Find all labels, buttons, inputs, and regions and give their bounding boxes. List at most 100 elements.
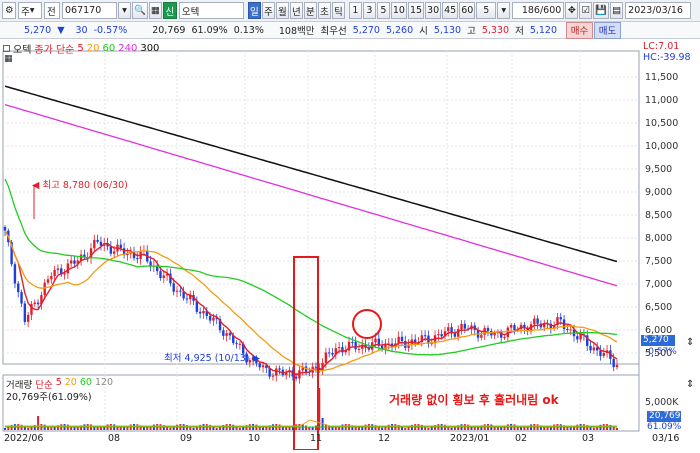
candle-body [159, 271, 162, 279]
turnover: 0.13% [233, 24, 264, 36]
y-tick-label: 11,500 [645, 72, 679, 83]
legend-ma-title: 종가 단순 [34, 45, 75, 56]
volume-bar [50, 427, 53, 430]
min-price-annotation: 최저 4,925 (10/13) ▶ [164, 350, 260, 364]
volume-bar [427, 427, 430, 430]
candle-body [36, 302, 40, 305]
x-axis-label: 12 [378, 433, 391, 444]
volume-scroll-icon[interactable]: ⇕ [686, 379, 694, 390]
candle-body [592, 347, 596, 351]
minute-button[interactable]: 3 [362, 2, 376, 19]
candle-body [119, 244, 122, 249]
period-second-button[interactable]: 초 [317, 2, 331, 19]
minute-button[interactable]: 1 [348, 2, 362, 19]
current-price: 5,270 [24, 24, 52, 36]
y-tick-label: 9,000 [645, 187, 673, 198]
code-dropdown-icon[interactable]: ▾ [118, 2, 131, 19]
candle-body [23, 303, 27, 322]
period-year-button[interactable]: 년 [289, 2, 303, 19]
candle-body [271, 375, 275, 377]
volume-bar [305, 425, 308, 430]
candle-body [46, 279, 50, 283]
candle-body [162, 275, 165, 279]
y-tick-label: 7,000 [645, 279, 673, 290]
minute-button[interactable]: 60 [459, 2, 476, 19]
period-month-button[interactable]: 월 [275, 2, 289, 19]
period-week-button[interactable]: 주 [261, 2, 275, 19]
minute-button[interactable]: 5 [376, 2, 390, 19]
grid-toggle-icon[interactable]: ▦ [4, 54, 13, 64]
volume-pct-tag: 61.09% [647, 422, 682, 432]
candle-body [457, 329, 460, 337]
candle-body [404, 341, 407, 348]
candle-body [13, 264, 17, 284]
lc-value: LC:7.01 [643, 41, 680, 52]
volume-bar [569, 427, 572, 430]
minute-dropdown-icon[interactable]: ▾ [497, 2, 511, 19]
search-icon[interactable]: 🔍 [132, 2, 148, 19]
candle-body [327, 352, 331, 354]
y-tick-label: 10,000 [645, 141, 679, 152]
open-price: 5,130 [433, 24, 462, 36]
high-price: 5,330 [481, 24, 510, 36]
right-arrow-icon: ▶ [252, 353, 260, 364]
candle-body [198, 311, 202, 314]
checkbox-icon[interactable]: ☑ [579, 2, 593, 19]
volume-bar [523, 427, 526, 430]
highlight-circle [352, 309, 382, 339]
buy-button[interactable]: 매수 [566, 21, 594, 39]
grid-icon[interactable]: ▦ [148, 2, 162, 19]
minute-button[interactable]: 30 [425, 2, 442, 19]
period-minute-button[interactable]: 분 [303, 2, 317, 19]
volume: 20,769 [152, 24, 186, 36]
chart-area[interactable]: 오텍 종가 단순 5 20 60 240 300 ▦ LC:7.01 HC:-3… [0, 39, 700, 451]
candle-body [414, 339, 417, 343]
candle-body [20, 292, 23, 304]
legend-ma20: 20 [86, 43, 100, 54]
stock-code-input[interactable]: 067170 [62, 2, 117, 19]
candle-body [179, 290, 182, 292]
high-label: 고 [467, 26, 476, 37]
volume-bar [262, 427, 265, 430]
candle-body [73, 260, 76, 264]
volume-ma-line [5, 419, 617, 427]
minute-buttons: 1 3 5 10 15 30 45 60 5 ▾ [348, 2, 511, 19]
ma240-line [4, 103, 618, 287]
volume-bar [285, 427, 288, 430]
calendar-icon[interactable]: ▤ [610, 2, 624, 19]
candle-body [175, 290, 179, 292]
save-icon[interactable]: 💾 [593, 2, 610, 19]
volume-bar [616, 427, 618, 430]
max-price-annotation: ◀ 최고 8,780 (06/30) [32, 177, 128, 191]
legend-ma5: 5 [77, 43, 84, 54]
volume-bar [215, 427, 218, 430]
minute-button[interactable]: 15 [407, 2, 425, 19]
candle-body [324, 352, 328, 363]
settings-icon[interactable]: ⚙ [2, 2, 16, 19]
minute-button[interactable]: 10 [390, 2, 407, 19]
candle-body [566, 329, 569, 331]
y-tick-label: 9,500 [645, 164, 673, 175]
down-arrow-icon: ▼ [57, 24, 65, 36]
minute-custom-select[interactable]: 5 [476, 2, 497, 19]
change-percent: -0.57% [93, 24, 128, 36]
scroll-up-icon[interactable]: ⇕ [686, 337, 694, 348]
sell-button[interactable]: 매도 [594, 21, 622, 39]
candle-body [172, 283, 175, 292]
arrows-icon[interactable]: ✥ [565, 2, 579, 19]
period-day-button[interactable]: 일 [247, 2, 261, 19]
volume-bar [308, 427, 311, 430]
candle-body [615, 364, 619, 368]
volume-bar [404, 427, 407, 430]
period-select[interactable]: 전 [44, 2, 60, 19]
period-tick-button[interactable]: 틱 [331, 2, 345, 19]
volume-bar [592, 427, 595, 430]
count-field[interactable]: 186/600 [512, 2, 565, 19]
type-select[interactable]: 주 ▾ [18, 2, 42, 19]
date-field[interactable]: 2023/03/16 [625, 2, 692, 19]
candle-body [278, 368, 281, 370]
candle-body [480, 334, 483, 338]
stock-name-field[interactable]: 오텍 [178, 2, 244, 19]
minute-button[interactable]: 45 [442, 2, 459, 19]
quote-bar: 5,270 ▼ 30 -0.57% 20,769 61.09% 0.13% 10… [0, 21, 700, 39]
